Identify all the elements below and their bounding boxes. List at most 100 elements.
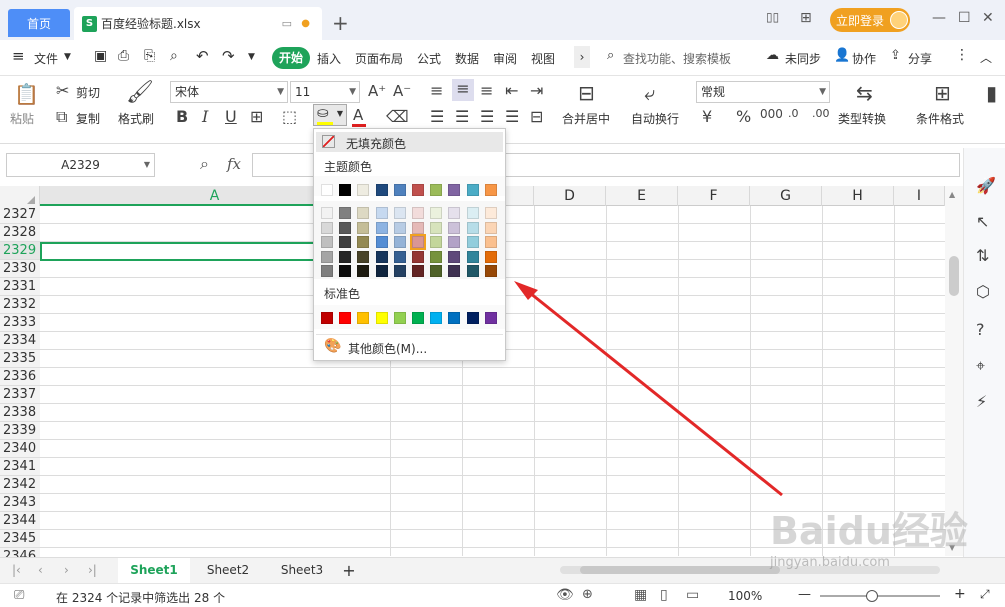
theme-shade-swatch[interactable] [357, 265, 370, 277]
menu-file[interactable]: 文件 [34, 50, 58, 67]
theme-shade-swatch[interactable] [321, 207, 333, 219]
print-icon[interactable]: ⎘ [144, 48, 155, 64]
theme-shade-swatch[interactable] [375, 265, 388, 277]
rocket-icon[interactable]: 🚀 [976, 176, 996, 195]
page-layout-icon[interactable]: ▯ [660, 587, 668, 603]
decrease-decimal-icon[interactable]: .00 [812, 107, 830, 120]
theme-shade-swatch[interactable] [430, 221, 443, 234]
close-icon[interactable]: ✕ [982, 10, 994, 26]
macro-icon[interactable]: ⎚ [14, 588, 24, 603]
share-button[interactable]: 分享 [908, 50, 932, 67]
theme-shade-swatch[interactable] [466, 236, 479, 248]
theme-color-swatch[interactable] [393, 184, 406, 196]
standard-color-swatch[interactable] [357, 312, 370, 324]
percent-icon[interactable]: % [736, 107, 751, 126]
theme-shade-swatch[interactable] [375, 221, 388, 234]
justify-icon[interactable]: ☰ [505, 107, 519, 126]
theme-shade-swatch[interactable] [466, 207, 479, 219]
sheet-tab-1[interactable]: Sheet1 [118, 558, 190, 583]
zoom-in-icon[interactable]: + [954, 586, 966, 602]
theme-shade-swatch[interactable] [339, 265, 352, 277]
standard-color-swatch[interactable] [339, 312, 352, 324]
theme-color-swatch[interactable] [321, 184, 333, 196]
zoom-level[interactable]: 100% [728, 589, 762, 603]
theme-shade-swatch[interactable] [430, 250, 443, 263]
border-icon[interactable]: ⊞ [250, 107, 263, 126]
increase-decimal-icon[interactable]: .0 [788, 107, 799, 120]
standard-color-swatch[interactable] [321, 312, 333, 324]
column-header-e[interactable]: E [606, 186, 678, 206]
last-sheet-icon[interactable]: ›| [88, 558, 97, 583]
prev-sheet-icon[interactable]: ‹ [38, 558, 43, 583]
collapse-ribbon-icon[interactable]: ︿ [980, 49, 992, 66]
search-function-input[interactable]: 查找功能、搜索模板 [623, 50, 731, 67]
thousands-icon[interactable]: 000 [760, 107, 783, 121]
cut-button[interactable]: 剪切 [76, 84, 100, 101]
theme-color-swatch[interactable] [357, 184, 370, 196]
collab-button[interactable]: 协作 [852, 50, 876, 67]
cross-hair-icon[interactable]: ⊕ [582, 587, 593, 602]
zoom-slider[interactable] [820, 590, 940, 602]
tab-view[interactable]: 视图 [531, 50, 555, 67]
minimize-icon[interactable]: — [932, 10, 946, 26]
type-convert-button[interactable]: 类型转换 [838, 110, 886, 127]
paste-button[interactable]: 粘贴 [10, 110, 34, 127]
standard-color-swatch[interactable] [484, 312, 497, 324]
tab-formula[interactable]: 公式 [417, 50, 441, 67]
hamburger-icon[interactable]: ≡ [12, 47, 25, 65]
font-color-icon[interactable]: A [353, 106, 363, 124]
undo-icon[interactable]: ↶ [196, 47, 209, 65]
tab-review[interactable]: 审阅 [493, 50, 517, 67]
number-format-select[interactable]: 常规 ▼ [696, 81, 830, 103]
wrap-text-button[interactable]: 自动换行 [631, 110, 679, 127]
monitor-icon[interactable]: ▭ [282, 17, 292, 30]
theme-shade-swatch[interactable] [466, 265, 479, 277]
row-header[interactable]: 2345 [0, 530, 40, 548]
underline-icon[interactable]: U [225, 107, 237, 126]
theme-shade-swatch[interactable] [412, 207, 424, 219]
row-header[interactable]: 2333 [0, 314, 40, 332]
column-header-h[interactable]: H [822, 186, 894, 206]
theme-shade-swatch[interactable] [466, 250, 479, 263]
row-header[interactable]: 2335 [0, 350, 40, 368]
theme-shade-swatch[interactable] [339, 250, 352, 263]
theme-shade-swatch[interactable] [448, 207, 461, 219]
row-header[interactable]: 2340 [0, 440, 40, 458]
pin-icon[interactable]: ⌖ [976, 356, 985, 376]
page-break-icon[interactable]: ▭ [686, 587, 699, 603]
column-header-d[interactable]: D [534, 186, 606, 206]
eraser-icon[interactable]: ⌫ [386, 107, 409, 126]
theme-shade-swatch[interactable] [484, 265, 497, 277]
more-ribbon-icon[interactable]: ▮ [986, 81, 997, 105]
redo-icon[interactable]: ↷ [222, 47, 235, 65]
theme-shade-swatch[interactable] [484, 236, 497, 248]
name-box[interactable]: A2329 ▼ [6, 153, 155, 177]
currency-icon[interactable]: ¥ [702, 107, 712, 126]
first-sheet-icon[interactable]: |‹ [12, 558, 21, 583]
chevron-down-icon[interactable]: ▼ [64, 52, 71, 62]
decrease-font-icon[interactable]: A⁻ [393, 82, 411, 100]
align-right-icon[interactable]: ☰ [480, 107, 494, 126]
theme-shade-swatch[interactable] [448, 236, 461, 248]
font-name-select[interactable]: 宋体 ▼ [170, 81, 288, 103]
theme-shade-swatch[interactable] [339, 236, 352, 248]
zoom-slider-thumb[interactable] [866, 590, 878, 602]
align-left-icon[interactable]: ☰ [430, 107, 444, 126]
sync-status[interactable]: 未同步 [785, 50, 821, 67]
theme-shade-swatch[interactable] [357, 250, 370, 263]
export-icon[interactable]: ⎙ [118, 48, 129, 64]
theme-color-swatch[interactable] [466, 184, 479, 196]
theme-shade-swatch[interactable] [357, 236, 370, 248]
theme-shade-swatch[interactable] [321, 265, 333, 277]
row-header[interactable]: 2327 [0, 206, 40, 224]
paste-icon[interactable]: 📋 [14, 82, 39, 106]
row-header[interactable]: 2329 [0, 242, 40, 260]
theme-shade-swatch[interactable] [430, 265, 443, 277]
theme-shade-swatch[interactable] [321, 236, 333, 248]
distribute-icon[interactable]: ⊟ [530, 107, 543, 126]
login-button[interactable]: 立即登录 [830, 8, 910, 32]
row-header[interactable]: 2343 [0, 494, 40, 512]
theme-shade-swatch[interactable] [448, 250, 461, 263]
row-header[interactable]: 2344 [0, 512, 40, 530]
theme-shade-swatch[interactable] [357, 207, 370, 219]
